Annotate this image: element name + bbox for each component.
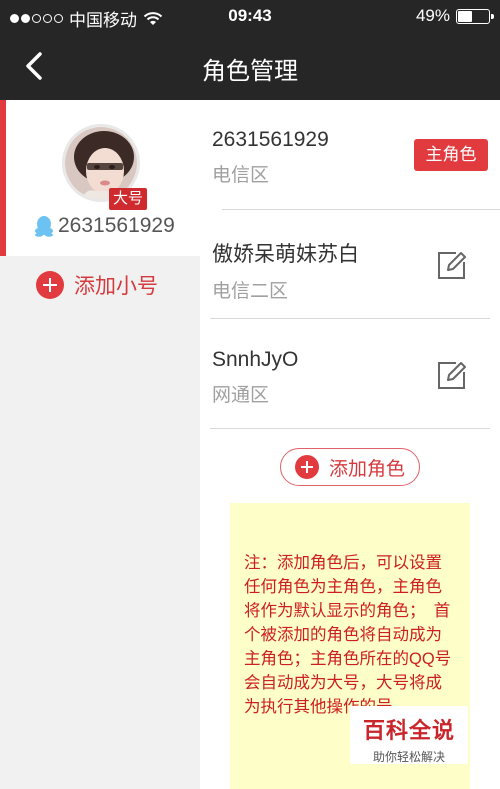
note-text: 注：添加角色后，可以设置任何角色为主角色，主角色将作为默认显示的角色； 首个被添…	[244, 554, 452, 716]
battery-percent: 49%	[415, 6, 450, 25]
nav-bar: 角色管理	[0, 32, 500, 100]
divider	[210, 318, 490, 319]
account-number: 2631561929	[58, 214, 175, 237]
add-role-label: 添加角色	[328, 458, 405, 480]
page-title: 角色管理	[202, 58, 298, 85]
battery-fill	[458, 10, 473, 22]
qq-penguin-icon	[35, 216, 53, 237]
main-role-tag: 主角色	[414, 139, 488, 171]
status-bar: 中国移动 09:43 49%	[0, 0, 500, 32]
primary-account-badge: 大号	[109, 188, 147, 210]
divider	[222, 209, 500, 210]
add-small-account-button[interactable]: 添加小号	[36, 270, 158, 300]
watermark-title: 百科全说	[362, 718, 455, 743]
add-small-account-label: 添加小号	[74, 275, 158, 298]
account-sidebar: 大号 2631561929 添加小号	[0, 100, 200, 789]
account-item-main[interactable]: 大号 2631561929	[0, 100, 200, 256]
status-right: 49%	[415, 6, 494, 26]
edit-icon[interactable]	[434, 248, 468, 282]
battery-icon	[456, 8, 494, 24]
add-role-button[interactable]: 添加角色	[280, 448, 420, 486]
plus-circle-icon	[294, 455, 319, 479]
watermark-subtitle: 助你轻松解决	[372, 750, 445, 764]
watermark-logo: 百科全说 助你轻松解决	[350, 706, 468, 764]
plus-circle-icon	[36, 271, 64, 299]
edit-icon[interactable]	[434, 358, 468, 392]
account-row: 2631561929	[34, 214, 175, 238]
divider	[210, 428, 490, 429]
